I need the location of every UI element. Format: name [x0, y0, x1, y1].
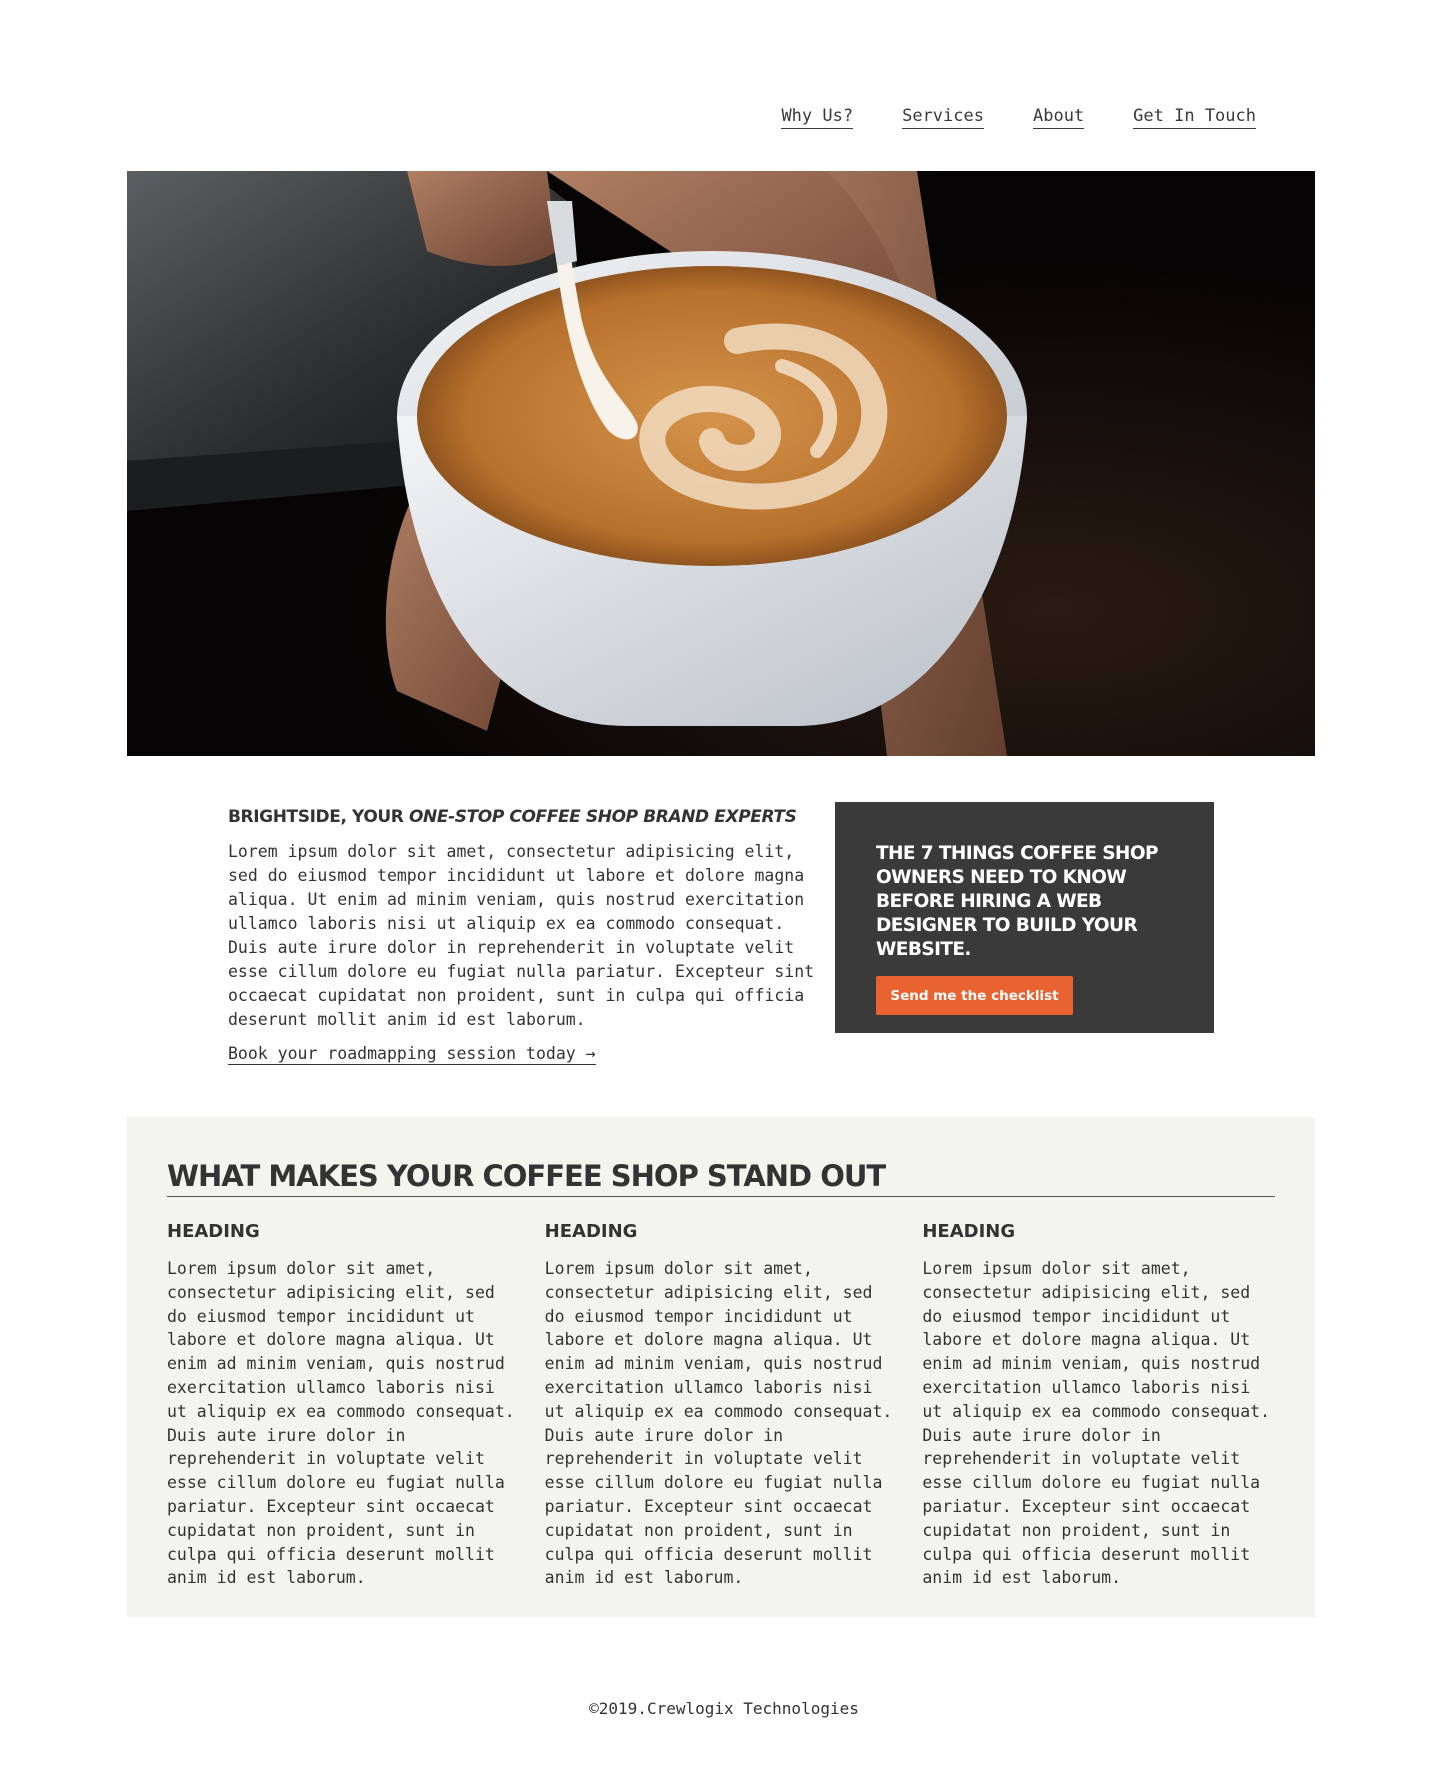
main-nav: Why Us? Services About Get In Touch — [781, 106, 1256, 129]
nav-link-get-in-touch[interactable]: Get In Touch — [1133, 106, 1256, 129]
nav-link-why-us[interactable]: Why Us? — [781, 106, 854, 129]
intro-title-plain: BRIGHTSIDE, YOUR — [228, 807, 409, 827]
features-title: WHAT MAKES YOUR COFFEE SHOP STAND OUT — [167, 1159, 1275, 1197]
features-columns: HEADING Lorem ipsum dolor sit amet, cons… — [167, 1221, 1275, 1590]
checklist-cta-box: THE 7 THINGS COFFEE SHOP OWNERS NEED TO … — [835, 802, 1214, 1033]
latte-art-photo — [127, 171, 1315, 756]
feature-heading: HEADING — [544, 1221, 638, 1242]
book-session-link[interactable]: Book your roadmapping session today → — [228, 1043, 596, 1065]
nav-link-about[interactable]: About — [1032, 106, 1085, 129]
feature-body: Lorem ipsum dolor sit amet, consectetur … — [922, 1259, 1271, 1588]
feature-body: Lorem ipsum dolor sit amet, consectetur … — [544, 1259, 893, 1588]
send-checklist-button[interactable]: Send me the checklist — [876, 976, 1073, 1015]
intro-section: BRIGHTSIDE, YOUR ONE-STOP COFFEE SHOP BR… — [228, 806, 818, 1065]
feature-heading: HEADING — [922, 1221, 1016, 1242]
nav-link-services[interactable]: Services — [902, 106, 984, 129]
intro-title: BRIGHTSIDE, YOUR ONE-STOP COFFEE SHOP BR… — [228, 806, 818, 828]
feature-heading: HEADING — [167, 1221, 260, 1242]
cta-heading: THE 7 THINGS COFFEE SHOP OWNERS NEED TO … — [876, 843, 1159, 960]
feature-column: HEADING Lorem ipsum dolor sit amet, cons… — [167, 1221, 520, 1590]
intro-body: Lorem ipsum dolor sit amet, consectetur … — [228, 842, 815, 1029]
feature-body: Lorem ipsum dolor sit amet, consectetur … — [167, 1259, 515, 1588]
features-section: WHAT MAKES YOUR COFFEE SHOP STAND OUT HE… — [127, 1117, 1315, 1617]
feature-column: HEADING Lorem ipsum dolor sit amet, cons… — [922, 1221, 1275, 1590]
hero-image — [127, 171, 1315, 756]
footer-copyright: ©2019.Crewlogix Technologies — [589, 1699, 859, 1718]
feature-column: HEADING Lorem ipsum dolor sit amet, cons… — [545, 1221, 898, 1590]
intro-title-emphasis: ONE-STOP COFFEE SHOP BRAND EXPERTS — [409, 807, 797, 827]
